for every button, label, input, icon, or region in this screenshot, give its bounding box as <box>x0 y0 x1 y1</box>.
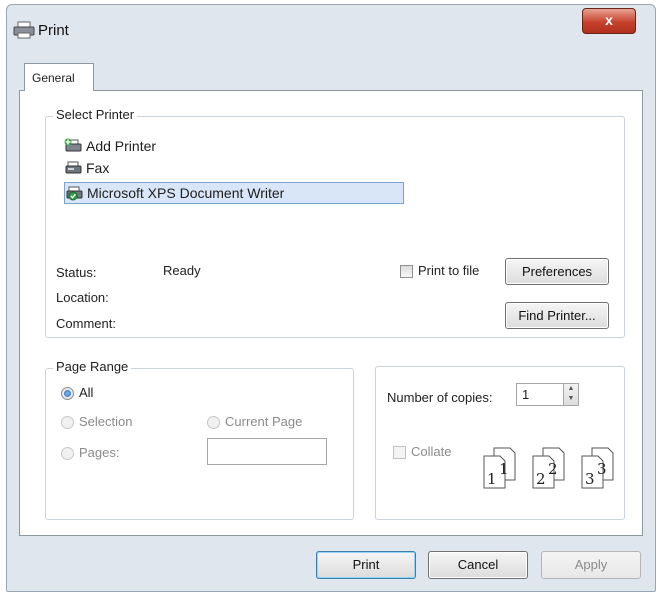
copies-spinner[interactable]: ▲ ▼ <box>563 383 579 406</box>
apply-button[interactable]: Apply <box>541 551 641 579</box>
collate-pages-illustration: 1 1 2 2 3 3 <box>483 447 614 489</box>
cancel-button-label: Cancel <box>457 557 499 572</box>
tab-general-label: General <box>32 71 75 85</box>
print-to-file-label[interactable]: Print to file <box>418 263 479 278</box>
print-to-file-checkbox[interactable] <box>400 265 413 278</box>
status-value: Ready <box>163 263 201 278</box>
xps-printer-icon <box>65 185 85 201</box>
page-range-selection-radio[interactable] <box>61 416 74 429</box>
window-title: Print <box>38 22 69 39</box>
printer-label-add-printer: Add Printer <box>86 138 157 154</box>
cancel-button[interactable]: Cancel <box>428 551 528 579</box>
printer-label-fax: Fax <box>86 160 110 176</box>
close-button[interactable]: x <box>582 8 636 34</box>
printer-label-xps-document-writer: Microsoft XPS Document Writer <box>87 185 285 201</box>
copies-input[interactable]: 1 <box>516 383 564 406</box>
page-range-pages-radio[interactable] <box>61 447 74 460</box>
collate-digit: 2 <box>536 470 546 488</box>
add-printer-icon <box>64 138 84 154</box>
select-printer-legend: Select Printer <box>53 107 138 122</box>
spin-down-icon[interactable]: ▼ <box>564 394 578 404</box>
find-printer-button[interactable]: Find Printer... <box>505 302 609 329</box>
printer-item-fax[interactable]: Fax <box>64 158 109 180</box>
number-of-copies-label: Number of copies: <box>387 390 493 405</box>
location-label: Location: <box>56 290 109 305</box>
comment-label: Comment: <box>56 316 116 331</box>
find-printer-button-label: Find Printer... <box>518 308 596 323</box>
collate-label[interactable]: Collate <box>411 444 451 459</box>
collate-digit: 1 <box>487 470 497 488</box>
page-range-current-page-radio[interactable] <box>207 416 220 429</box>
fax-printer-icon <box>64 160 84 176</box>
apply-button-label: Apply <box>574 557 608 572</box>
preferences-button-label: Preferences <box>521 264 593 279</box>
print-button[interactable]: Print <box>316 551 416 579</box>
printer-item-add-printer[interactable]: Add Printer <box>64 136 156 158</box>
collate-digit: 1 <box>499 460 509 478</box>
spin-up-icon[interactable]: ▲ <box>564 384 578 394</box>
copies-value: 1 <box>522 387 530 402</box>
print-button-label: Print <box>352 557 380 572</box>
page-range-current-page-label[interactable]: Current Page <box>225 414 302 429</box>
page-range-pages-label[interactable]: Pages: <box>79 445 119 460</box>
collate-digit: 3 <box>585 470 595 488</box>
collate-digit: 3 <box>597 460 607 478</box>
close-icon: x <box>605 12 613 28</box>
page-range-all-radio[interactable] <box>61 387 74 400</box>
page-range-selection-label[interactable]: Selection <box>79 414 132 429</box>
page-range-all-label[interactable]: All <box>79 385 93 400</box>
page-range-legend: Page Range <box>53 359 132 374</box>
printer-title-icon <box>13 21 35 42</box>
pages-input[interactable] <box>207 438 327 465</box>
preferences-button[interactable]: Preferences <box>505 258 609 285</box>
collate-checkbox[interactable] <box>393 446 406 459</box>
collate-digit: 2 <box>548 460 558 478</box>
tab-general[interactable]: General <box>24 63 94 91</box>
status-label: Status: <box>56 265 97 280</box>
printer-item-xps-document-writer[interactable]: Microsoft XPS Document Writer <box>64 182 404 204</box>
